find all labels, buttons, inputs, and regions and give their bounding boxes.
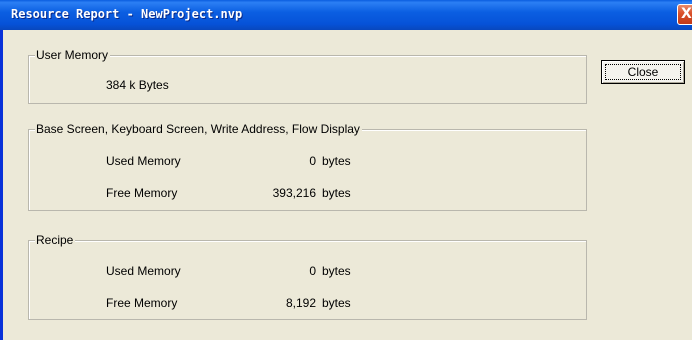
recipe-group-label: Recipe	[35, 233, 76, 247]
recipe-used-memory-value: 0	[309, 264, 316, 278]
user-memory-group: User Memory 384 k Bytes	[28, 48, 587, 104]
base-free-memory-unit: bytes	[322, 186, 351, 200]
recipe-used-memory-label: Used Memory	[106, 264, 181, 278]
recipe-free-memory-label: Free Memory	[106, 296, 178, 310]
recipe-group: Recipe Used Memory 0 bytes Free Memory 8…	[28, 233, 587, 320]
close-button-label: Close	[605, 64, 681, 80]
base-used-memory-label: Used Memory	[106, 154, 181, 168]
window-title: Resource Report - NewProject.nvp	[11, 7, 243, 21]
recipe-used-memory-unit: bytes	[322, 264, 351, 278]
base-free-memory-value: 393,216	[272, 186, 316, 200]
user-memory-value: 384 k Bytes	[106, 78, 169, 92]
base-free-memory-label: Free Memory	[106, 186, 178, 200]
base-used-memory-unit: bytes	[322, 154, 351, 168]
resource-report-dialog: Resource Report - NewProject.nvp X User …	[0, 0, 692, 340]
title-bar[interactable]: Resource Report - NewProject.nvp X	[0, 0, 692, 30]
user-memory-group-label: User Memory	[35, 48, 111, 62]
base-screen-group-label: Base Screen, Keyboard Screen, Write Addr…	[35, 122, 362, 136]
base-used-memory-value: 0	[309, 154, 316, 168]
close-button[interactable]: Close	[601, 60, 685, 84]
base-screen-group: Base Screen, Keyboard Screen, Write Addr…	[28, 122, 587, 211]
recipe-free-memory-value: 8,192	[285, 296, 316, 310]
window-close-icon[interactable]: X	[677, 4, 692, 25]
recipe-free-memory-unit: bytes	[322, 296, 351, 310]
